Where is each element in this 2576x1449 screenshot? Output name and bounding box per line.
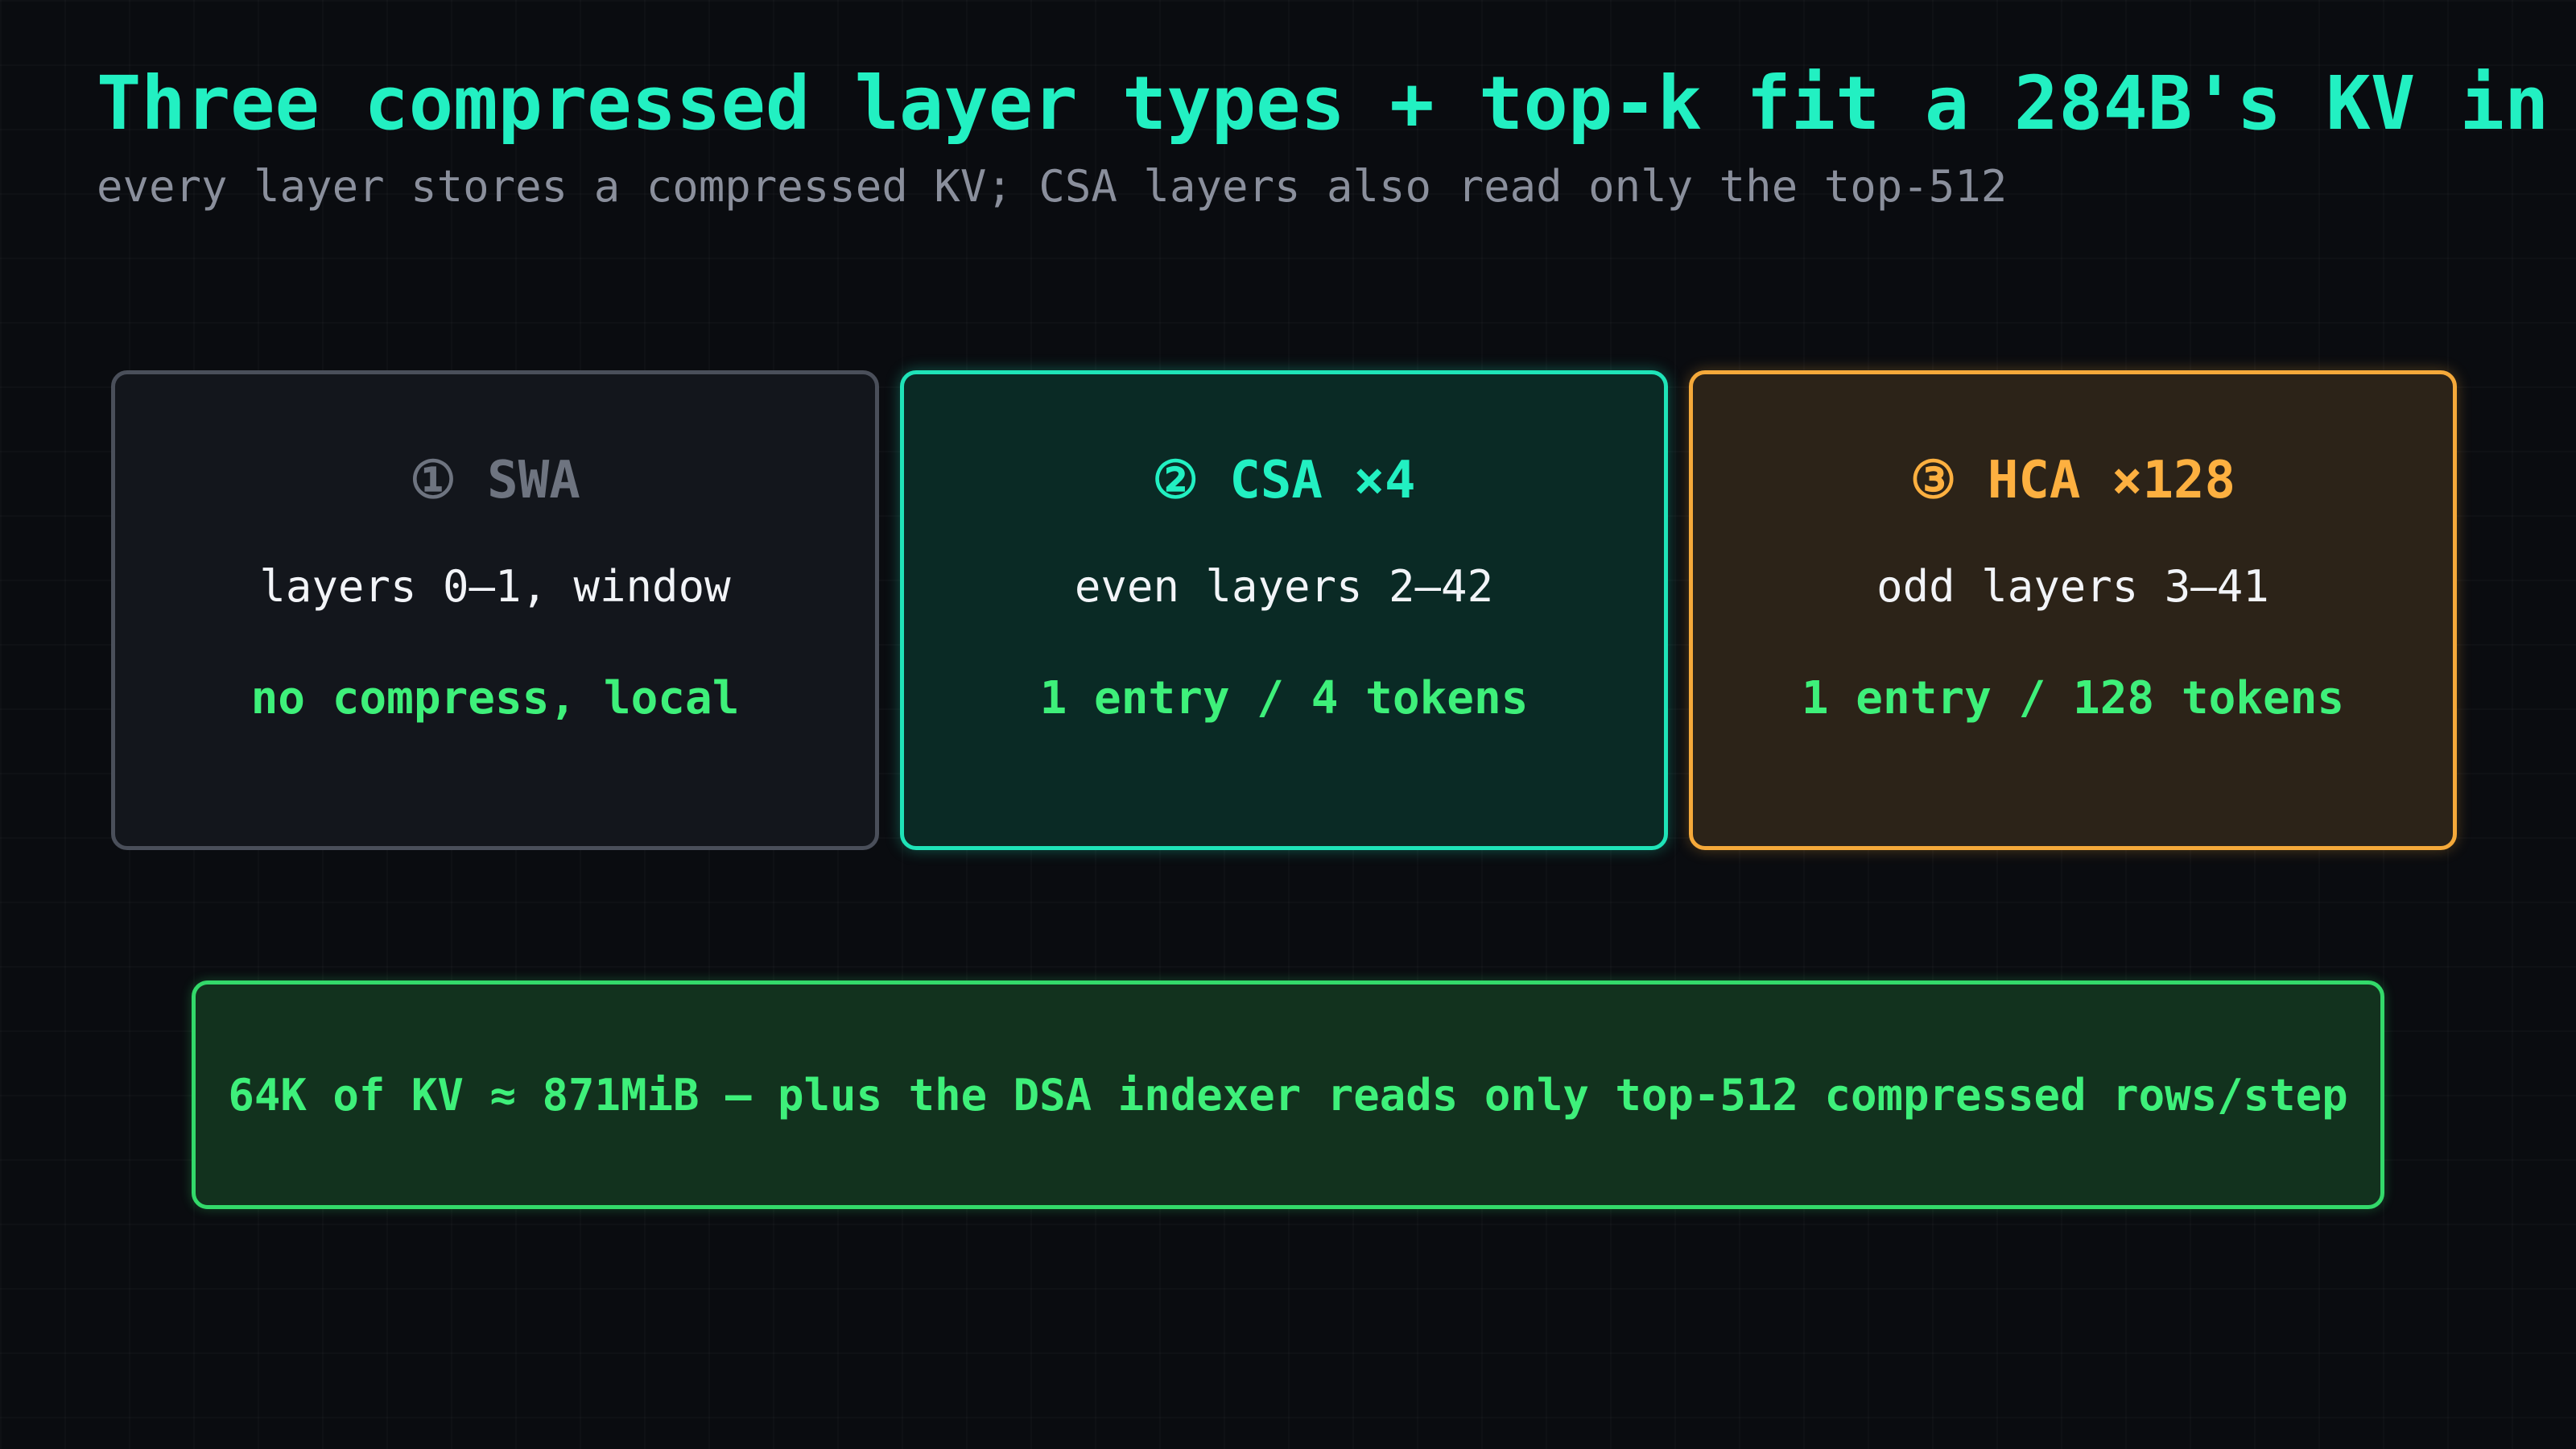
- swa-card-heading: ① SWA: [410, 451, 580, 510]
- kv-summary-box: 64K of KV ≈ 871MiB — plus the DSA indexe…: [192, 980, 2384, 1209]
- csa-card-heading: ② CSA ×4: [1152, 451, 1416, 510]
- swa-card-layers: layers 0–1, window: [259, 561, 731, 612]
- diagram-title: Three compressed layer types + top-k fit…: [97, 60, 2549, 147]
- hca-card-compression: 1 entry / 128 tokens: [1801, 672, 2345, 724]
- hca-card-layers: odd layers 3–41: [1876, 561, 2269, 612]
- swa-card-compression: no compress, local: [250, 672, 740, 724]
- diagram-subtitle: every layer stores a compressed KV; CSA …: [97, 161, 2008, 212]
- hca-card-heading: ③ HCA ×128: [1909, 451, 2236, 510]
- kv-summary-text: 64K of KV ≈ 871MiB — plus the DSA indexe…: [228, 1069, 2348, 1121]
- csa-card-compression: 1 entry / 4 tokens: [1039, 672, 1529, 724]
- csa-layer-card: ② CSA ×4 even layers 2–42 1 entry / 4 to…: [900, 370, 1668, 850]
- hca-layer-card: ③ HCA ×128 odd layers 3–41 1 entry / 128…: [1689, 370, 2457, 850]
- csa-card-layers: even layers 2–42: [1074, 561, 1494, 612]
- swa-layer-card: ① SWA layers 0–1, window no compress, lo…: [111, 370, 879, 850]
